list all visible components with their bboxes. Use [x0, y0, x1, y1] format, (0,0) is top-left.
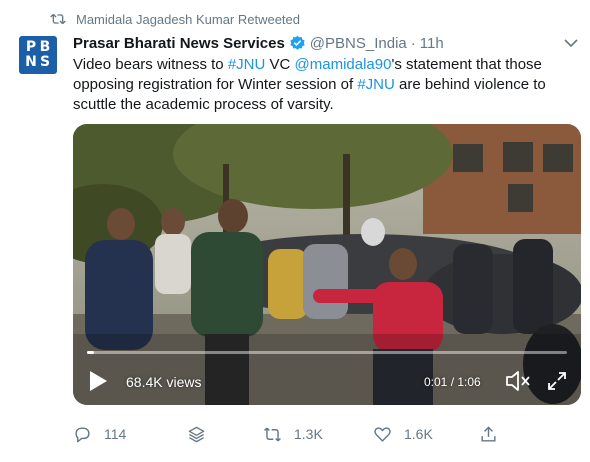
separator-dot: ·: [410, 34, 416, 52]
avatar-letter: S: [39, 54, 51, 70]
share-icon: [481, 425, 496, 442]
retweet-context[interactable]: Mamidala Jagadesh Kumar Retweeted: [50, 10, 300, 28]
video-progress-bar[interactable]: [87, 351, 567, 354]
video-progress-fill: [87, 351, 95, 354]
retweet-icon: [50, 13, 66, 25]
volume-muted-icon[interactable]: [505, 370, 531, 392]
share-button[interactable]: [479, 424, 510, 444]
retweet-count: 1.3K: [294, 426, 323, 442]
mention-link[interactable]: @mamidala90: [295, 56, 392, 73]
author-name[interactable]: Prasar Bharati News Services: [73, 35, 285, 52]
tweet-text-segment: VC: [265, 56, 295, 73]
video-view-count: 68.4K views: [126, 374, 202, 390]
chevron-down-icon[interactable]: [564, 38, 578, 48]
video-frame: [73, 124, 581, 405]
reply-count: 114: [104, 426, 127, 442]
thread-button[interactable]: [187, 424, 218, 444]
reply-button[interactable]: 114: [73, 424, 126, 444]
hashtag-link[interactable]: #JNU: [228, 56, 266, 73]
avatar[interactable]: P B N S: [19, 36, 57, 74]
hashtag-link[interactable]: #JNU: [357, 76, 395, 93]
heart-icon: [374, 426, 391, 442]
retweet-button[interactable]: 1.3K: [263, 424, 323, 444]
like-count: 1.6K: [404, 426, 433, 442]
avatar-letter: P: [25, 39, 37, 55]
avatar-letter: N: [25, 54, 37, 70]
tweet-text-segment: Video bears witness to: [73, 56, 228, 73]
like-button[interactable]: 1.6K: [373, 424, 433, 444]
layers-icon: [188, 426, 205, 442]
fullscreen-icon[interactable]: [547, 371, 567, 391]
tweet-text: Video bears witness to #JNU VC @mamidala…: [73, 55, 578, 115]
retweet-context-text: Mamidala Jagadesh Kumar Retweeted: [76, 11, 301, 27]
video-timestamp: 0:01 / 1:06: [424, 375, 481, 389]
retweet-icon: [264, 427, 281, 441]
play-icon[interactable]: [87, 370, 109, 392]
video-player[interactable]: 68.4K views 0:01 / 1:06: [73, 124, 581, 405]
verified-badge-icon: [290, 35, 305, 50]
tweet-timestamp[interactable]: 11h: [420, 35, 444, 52]
reply-icon: [75, 426, 90, 442]
avatar-letter: B: [39, 39, 51, 55]
author-handle[interactable]: @PBNS_India: [310, 35, 407, 52]
tweet-actions: 114 1.3K 1.6K: [73, 424, 513, 444]
tweet-header: Prasar Bharati News Services @PBNS_India…: [73, 33, 444, 53]
